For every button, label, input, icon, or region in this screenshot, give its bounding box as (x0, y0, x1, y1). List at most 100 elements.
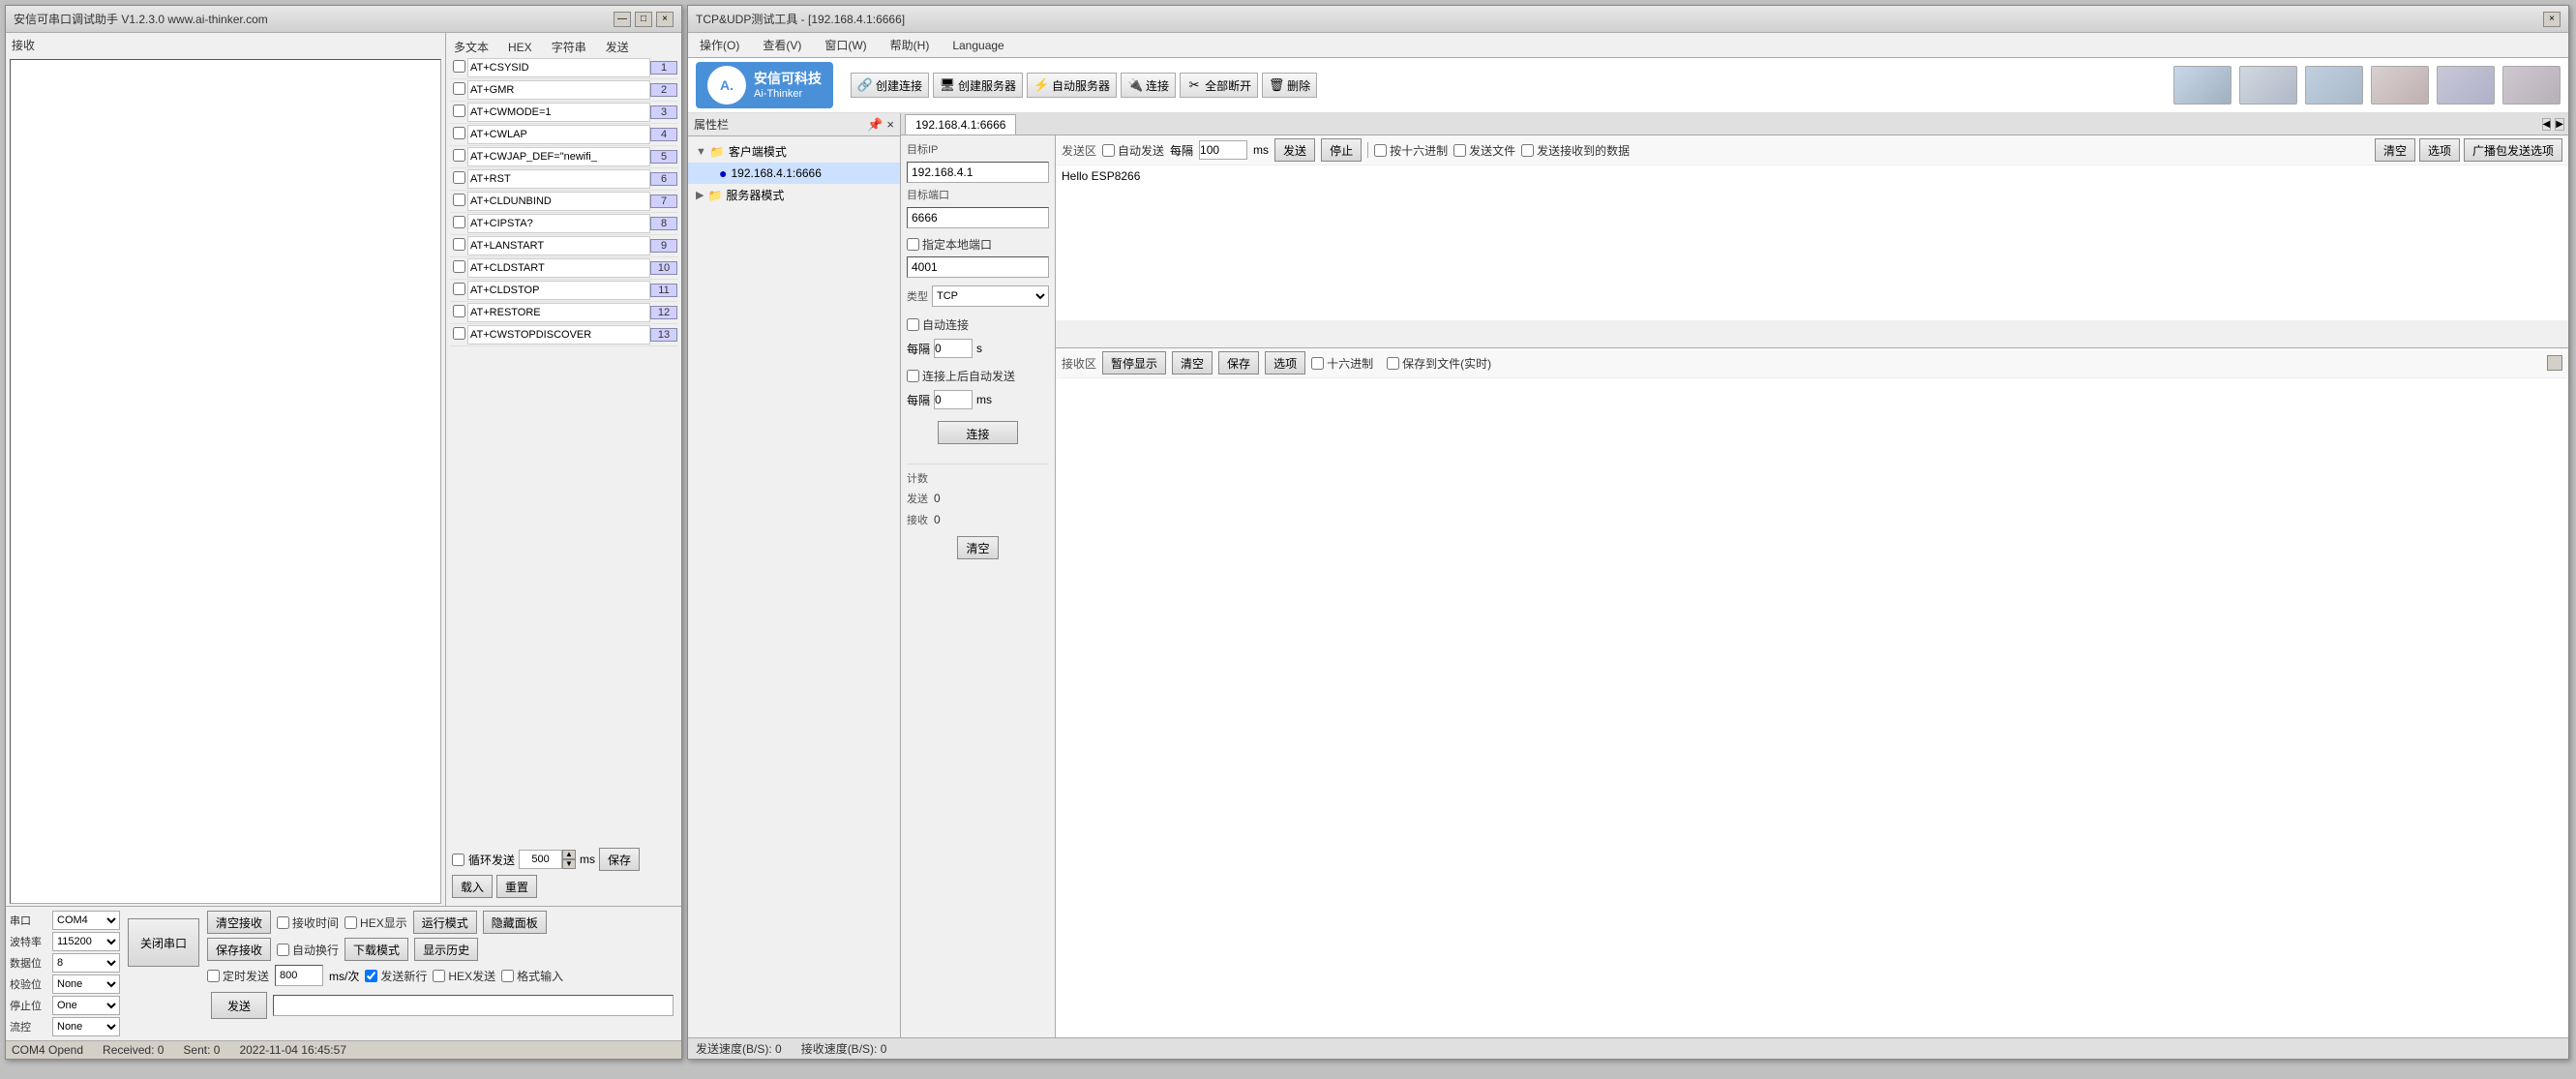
baud-select[interactable]: 115200 (52, 932, 120, 951)
mt-num-3[interactable]: 3 (650, 105, 677, 119)
send-input[interactable] (273, 995, 674, 1016)
mt-num-8[interactable]: 8 (650, 217, 677, 230)
receive-box[interactable] (10, 59, 441, 904)
send-file-checkbox[interactable] (1453, 144, 1466, 157)
target-ip-input[interactable] (907, 162, 1049, 183)
send-newline-label[interactable]: 发送新行 (365, 968, 427, 984)
mt-num-9[interactable]: 9 (650, 239, 677, 253)
auto-newline-label[interactable]: 自动换行 (277, 942, 339, 958)
interval2-input[interactable] (934, 390, 973, 409)
spinner-down[interactable]: ▼ (562, 859, 576, 869)
create-server-button[interactable]: 🖥 创建服务器 (933, 73, 1023, 98)
reset-button[interactable]: 重置 (496, 875, 537, 898)
menu-operations[interactable]: 操作(O) (696, 36, 743, 54)
specify-local-port-checkbox[interactable] (907, 238, 919, 251)
mt-num-4[interactable]: 4 (650, 128, 677, 141)
hex-send-checkbox[interactable] (433, 970, 445, 982)
recv-options-button[interactable]: 选项 (1265, 351, 1305, 375)
loop-interval-input[interactable] (519, 850, 562, 869)
data-bits-select[interactable]: 8 (52, 953, 120, 973)
menu-window[interactable]: 窗口(W) (821, 36, 870, 54)
auto-connect-label[interactable]: 自动连接 (907, 316, 1049, 333)
show-history-button[interactable]: 显示历史 (414, 938, 478, 961)
stop-bits-select[interactable]: One (52, 996, 120, 1015)
save-recv-button[interactable]: 保存接收 (207, 938, 271, 961)
close-button[interactable]: × (656, 12, 674, 27)
mt-num-1[interactable]: 1 (650, 61, 677, 75)
mt-checkbox-7[interactable] (450, 194, 467, 209)
hex-send-label[interactable]: HEX发送 (433, 968, 495, 984)
send-textarea[interactable]: Hello ESP8266 (1056, 165, 2568, 320)
tab-prev-button[interactable]: ◀ (2542, 118, 2552, 131)
disconnect-all-button[interactable]: ✂ 全部断开 (1180, 73, 1258, 98)
mt-num-7[interactable]: 7 (650, 195, 677, 208)
timed-send-checkbox[interactable] (207, 970, 220, 982)
send-newline-checkbox[interactable] (365, 970, 377, 982)
mt-checkbox-13[interactable] (450, 327, 467, 343)
broadcast-button[interactable]: 广播包发送选项 (2464, 138, 2562, 162)
open-port-button[interactable]: 关闭串口 (128, 918, 199, 967)
auto-newline-checkbox[interactable] (277, 944, 289, 956)
hex-mode-label[interactable]: 按十六进制 (1374, 142, 1448, 159)
clear-recv-button[interactable]: 清空接收 (207, 911, 271, 934)
send-interval-input[interactable] (1199, 140, 1247, 160)
hex-recv-checkbox[interactable] (1311, 357, 1324, 370)
hide-panel-button[interactable]: 隐藏面板 (483, 911, 547, 934)
target-port-input[interactable] (907, 207, 1049, 228)
format-input-checkbox[interactable] (501, 970, 514, 982)
mt-num-11[interactable]: 11 (650, 284, 677, 297)
type-select[interactable]: TCP UDP (932, 285, 1049, 307)
loop-send-checkbox[interactable] (452, 854, 464, 866)
local-port-input[interactable] (907, 256, 1049, 278)
mt-checkbox-8[interactable] (450, 216, 467, 231)
send-data-button[interactable]: 发送 (1274, 138, 1315, 162)
mt-input-1[interactable] (467, 58, 650, 77)
tree-client-ip[interactable]: ● 192.168.4.1:6666 (688, 163, 900, 184)
save-multitext-button[interactable]: 保存 (599, 848, 640, 871)
send-options-button[interactable]: 选项 (2419, 138, 2460, 162)
menu-view[interactable]: 查看(V) (759, 36, 805, 54)
mt-checkbox-6[interactable] (450, 171, 467, 187)
recv-scroll-thumb[interactable] (2547, 355, 2562, 371)
clear-recv-tcp-button[interactable]: 清空 (1172, 351, 1213, 375)
mt-num-6[interactable]: 6 (650, 172, 677, 186)
mt-input-5[interactable] (467, 147, 650, 166)
auto-send-checkbox[interactable] (1102, 144, 1115, 157)
send-recv-cb-checkbox[interactable] (1521, 144, 1534, 157)
right-close-button[interactable]: × (2543, 12, 2561, 27)
parity-select[interactable]: None (52, 974, 120, 994)
minimize-button[interactable]: — (614, 12, 631, 27)
send-recv-cb-label[interactable]: 发送接收到的数据 (1521, 142, 1630, 159)
timed-value-input[interactable] (275, 965, 323, 986)
mt-input-13[interactable] (467, 325, 650, 345)
clear-send-button[interactable]: 清空 (2375, 138, 2415, 162)
mt-num-12[interactable]: 12 (650, 306, 677, 319)
mt-num-2[interactable]: 2 (650, 83, 677, 97)
tab-connection[interactable]: 192.168.4.1:6666 (905, 114, 1016, 135)
delete-button[interactable]: 🗑 删除 (1262, 73, 1317, 98)
mt-num-5[interactable]: 5 (650, 150, 677, 164)
format-input-label[interactable]: 格式输入 (501, 968, 563, 984)
tree-server-mode[interactable]: ▶ 📁 服务器模式 (688, 184, 900, 206)
auto-send-label[interactable]: 自动发送 (1102, 142, 1164, 159)
connect-toolbar-button[interactable]: 🔌 连接 (1121, 73, 1176, 98)
mt-checkbox-10[interactable] (450, 260, 467, 276)
panel-close-icon[interactable]: × (886, 117, 894, 133)
mt-checkbox-3[interactable] (450, 105, 467, 120)
mt-num-10[interactable]: 10 (650, 261, 677, 275)
recv-time-label[interactable]: 接收时间 (277, 914, 339, 931)
mt-checkbox-11[interactable] (450, 283, 467, 298)
mt-input-8[interactable] (467, 214, 650, 233)
save-recv-tcp-button[interactable]: 保存 (1218, 351, 1259, 375)
mt-checkbox-9[interactable] (450, 238, 467, 254)
specify-local-port-label[interactable]: 指定本地端口 (907, 236, 1049, 253)
connect-button[interactable]: 连接 (938, 421, 1017, 444)
timed-send-label[interactable]: 定时发送 (207, 968, 269, 984)
mt-checkbox-4[interactable] (450, 127, 467, 142)
hex-recv-label[interactable]: 十六进制 (1311, 355, 1373, 372)
auto-send-after-label[interactable]: 连接上后自动发送 (907, 368, 1049, 384)
stop-send-button[interactable]: 停止 (1321, 138, 1362, 162)
mt-checkbox-1[interactable] (450, 60, 467, 75)
mt-input-2[interactable] (467, 80, 650, 100)
download-mode-button[interactable]: 下载模式 (344, 938, 408, 961)
